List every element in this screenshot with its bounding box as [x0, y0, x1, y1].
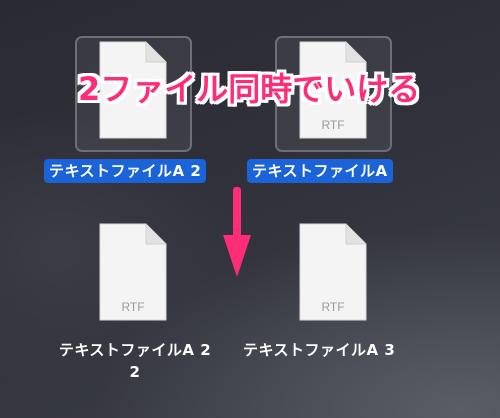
document-icon: RTF [98, 222, 168, 322]
file-type-label: RTF [321, 118, 345, 132]
arrow-down-icon [222, 185, 252, 284]
file-name-line: 2 [129, 363, 141, 381]
desktop: テキストファイルA 2 RTF テキストファイルA RTF テキストファイルA … [0, 0, 500, 418]
file-name[interactable]: テキストファイルA [247, 159, 393, 183]
file-name[interactable]: テキストファイルA 3 [243, 339, 395, 360]
annotation-text: 2ファイル同時でいける [78, 70, 421, 108]
file-name[interactable]: テキストファイルA 2 [44, 159, 207, 183]
document-icon: RTF [298, 222, 368, 322]
file-name[interactable]: テキストファイルA 2 2 [40, 339, 230, 383]
file-type-label: RTF [121, 300, 145, 314]
file-name-line: テキストファイルA 2 [58, 341, 212, 359]
file-type-label: RTF [321, 300, 345, 314]
